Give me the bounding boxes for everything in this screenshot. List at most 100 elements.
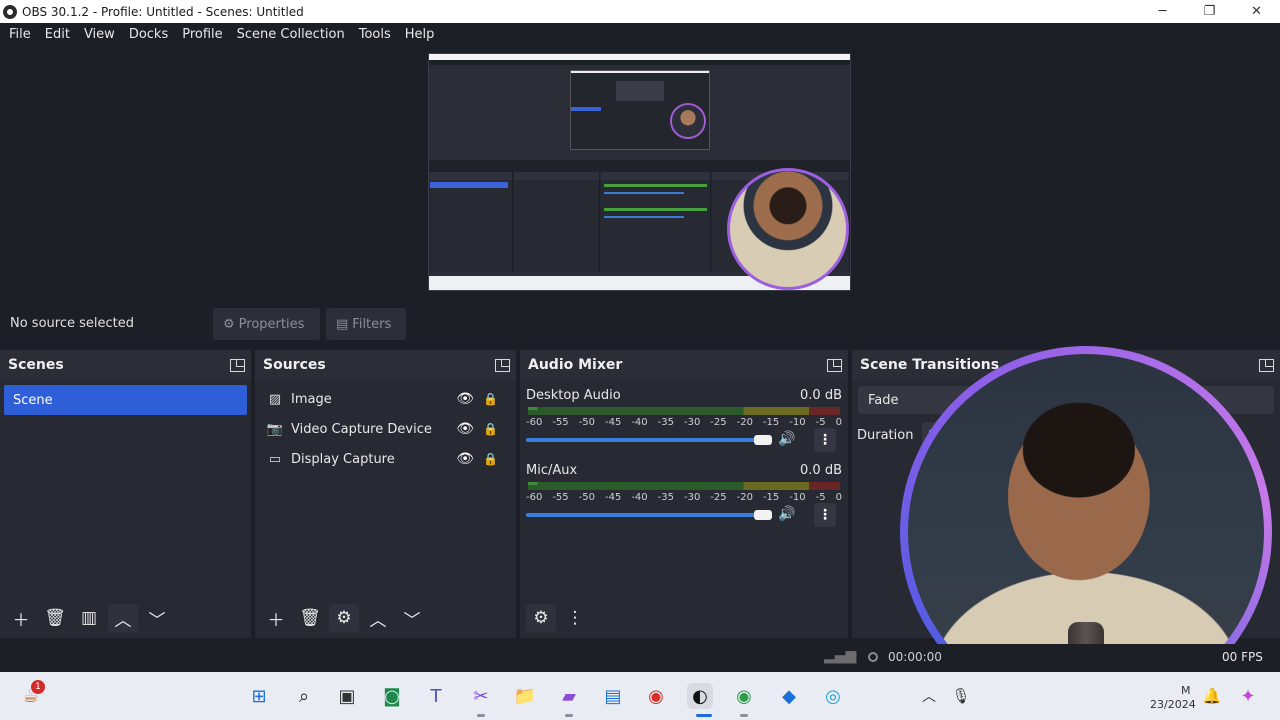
obs-taskbar-icon[interactable]: ◐: [687, 683, 713, 709]
close-button[interactable]: ✕: [1233, 0, 1280, 23]
properties-button[interactable]: ⚙ Properties: [213, 308, 320, 340]
notification-bell-icon[interactable]: 🔔: [1199, 683, 1225, 709]
volume-slider[interactable]: [526, 438, 766, 442]
menu-tools[interactable]: Tools: [352, 27, 398, 42]
move-scene-up-button[interactable]: ︿: [108, 604, 138, 632]
no-source-label: No source selected: [10, 316, 134, 331]
scale-tick: -30: [683, 492, 701, 503]
media-app-icon[interactable]: ▰: [556, 683, 582, 709]
microphone-icon[interactable]: 🎙: [948, 683, 974, 709]
menu-profile[interactable]: Profile: [175, 27, 229, 42]
search-icon[interactable]: ⌕: [291, 683, 317, 709]
scale-tick: -5: [815, 492, 826, 503]
visibility-eye-icon[interactable]: 👁: [456, 451, 474, 467]
scenes-dock: Scenes Scene ＋ 🗑 ▥ ︿ ﹀: [0, 350, 251, 638]
show-hidden-icons-chevron-up-icon[interactable]: ︿: [916, 683, 942, 709]
channel-menu-button[interactable]: ⋮: [814, 428, 836, 452]
source-item[interactable]: ▭ Display Capture 👁 🔒: [255, 444, 516, 474]
undock-icon[interactable]: [495, 358, 510, 372]
speaker-icon[interactable]: 🔊: [778, 431, 795, 447]
preview-webcam-circle: [727, 168, 849, 290]
recording-time: 00:00:00: [888, 650, 942, 664]
network-signal-icon: ▂▄▆: [824, 648, 857, 664]
undock-icon[interactable]: [1259, 358, 1274, 372]
remove-scene-button[interactable]: 🗑: [40, 604, 70, 632]
menu-bar: File Edit View Docks Profile Scene Colle…: [0, 23, 1280, 46]
chrome-profile-icon[interactable]: ◉: [731, 683, 757, 709]
teams-icon[interactable]: T: [423, 683, 449, 709]
scale-tick: 0: [835, 492, 842, 503]
volume-slider-handle[interactable]: [754, 510, 772, 520]
menu-view[interactable]: View: [77, 27, 122, 42]
duration-label: Duration: [857, 428, 914, 443]
source-item[interactable]: ▨ Image 👁 🔒: [255, 384, 516, 414]
menu-docks[interactable]: Docks: [122, 27, 175, 42]
mixer-channel-desktop: Desktop Audio 0.0 dB -60 -55 -50 -45 -40 -35-…: [520, 380, 848, 455]
edge-icon[interactable]: ◆: [776, 683, 802, 709]
scale-tick: -55: [552, 492, 569, 503]
remove-source-button[interactable]: 🗑: [295, 604, 325, 632]
preview-area[interactable]: [0, 46, 1280, 300]
scale-tick: -20: [736, 417, 753, 428]
visibility-eye-icon[interactable]: 👁: [456, 391, 474, 407]
volume-slider[interactable]: [526, 513, 766, 517]
move-source-up-button[interactable]: ︿: [363, 604, 393, 632]
add-source-button[interactable]: ＋: [261, 604, 291, 632]
scale-tick: -45: [604, 417, 622, 428]
menu-scene-collection[interactable]: Scene Collection: [230, 27, 352, 42]
windows-start-icon[interactable]: ⊞: [246, 683, 272, 709]
preview-canvas[interactable]: [428, 53, 851, 291]
scene-filters-button[interactable]: ▥: [74, 604, 104, 632]
task-view-icon[interactable]: ▣: [334, 683, 360, 709]
obs-logo-icon: [3, 4, 17, 19]
meet-app-icon[interactable]: ◙: [379, 683, 405, 709]
sources-title: Sources: [263, 357, 326, 373]
notepad-icon[interactable]: ▤: [600, 683, 626, 709]
lock-icon[interactable]: 🔒: [483, 392, 498, 406]
lock-icon[interactable]: 🔒: [483, 452, 498, 466]
scene-list-item[interactable]: Scene: [4, 385, 247, 415]
advanced-audio-button[interactable]: ⚙: [526, 604, 556, 632]
menu-file[interactable]: File: [2, 27, 38, 42]
filters-label: Filters: [352, 316, 392, 332]
filters-button[interactable]: ▤ Filters: [326, 308, 406, 340]
clock-time[interactable]: M: [1181, 684, 1191, 697]
menu-edit[interactable]: Edit: [38, 27, 77, 42]
file-explorer-icon[interactable]: 📁: [512, 683, 538, 709]
app-circle-icon[interactable]: ◎: [820, 683, 846, 709]
preview-nested-preview: [570, 70, 710, 150]
volume-slider-handle[interactable]: [754, 435, 772, 445]
source-properties-button[interactable]: ⚙: [329, 604, 359, 632]
monitor-icon: ▭: [268, 451, 282, 467]
mixer-menu-button[interactable]: ⋮: [560, 604, 590, 632]
minimize-button[interactable]: ─: [1139, 0, 1186, 23]
chrome-icon[interactable]: ◉: [643, 683, 669, 709]
channel-menu-button[interactable]: ⋮: [814, 503, 836, 527]
scale-tick: -35: [657, 492, 674, 503]
scale-tick: -45: [604, 492, 622, 503]
lock-icon[interactable]: 🔒: [483, 422, 498, 436]
maximize-button[interactable]: ❐: [1186, 0, 1233, 23]
undock-icon[interactable]: [230, 358, 245, 372]
speaker-icon[interactable]: 🔊: [778, 506, 795, 522]
source-label: Image: [291, 391, 332, 407]
source-item[interactable]: 📷 Video Capture Device 👁 🔒: [255, 414, 516, 444]
copilot-icon[interactable]: ✦: [1235, 683, 1261, 709]
scale-tick: -30: [683, 417, 701, 428]
audio-mixer-title: Audio Mixer: [528, 357, 623, 373]
channel-db: 0.0 dB: [800, 388, 842, 403]
mixer-toolbar: ⚙ ⋮: [520, 598, 848, 638]
move-source-down-button[interactable]: ﹀: [397, 604, 427, 632]
preview-nested-webcam: [670, 103, 706, 139]
menu-help[interactable]: Help: [398, 27, 442, 42]
preview-nested-selection: [571, 107, 601, 111]
snipping-tool-icon[interactable]: ✂: [468, 683, 494, 709]
volume-meter: [528, 407, 840, 415]
window-title: OBS 30.1.2 - Profile: Untitled - Scenes:…: [22, 4, 304, 19]
undock-icon[interactable]: [827, 358, 842, 372]
add-scene-button[interactable]: ＋: [6, 604, 36, 632]
clock-date[interactable]: 23/2024: [1150, 698, 1196, 711]
channel-db: 0.0 dB: [800, 463, 842, 478]
visibility-eye-icon[interactable]: 👁: [456, 421, 474, 437]
move-scene-down-button[interactable]: ﹀: [142, 604, 172, 632]
